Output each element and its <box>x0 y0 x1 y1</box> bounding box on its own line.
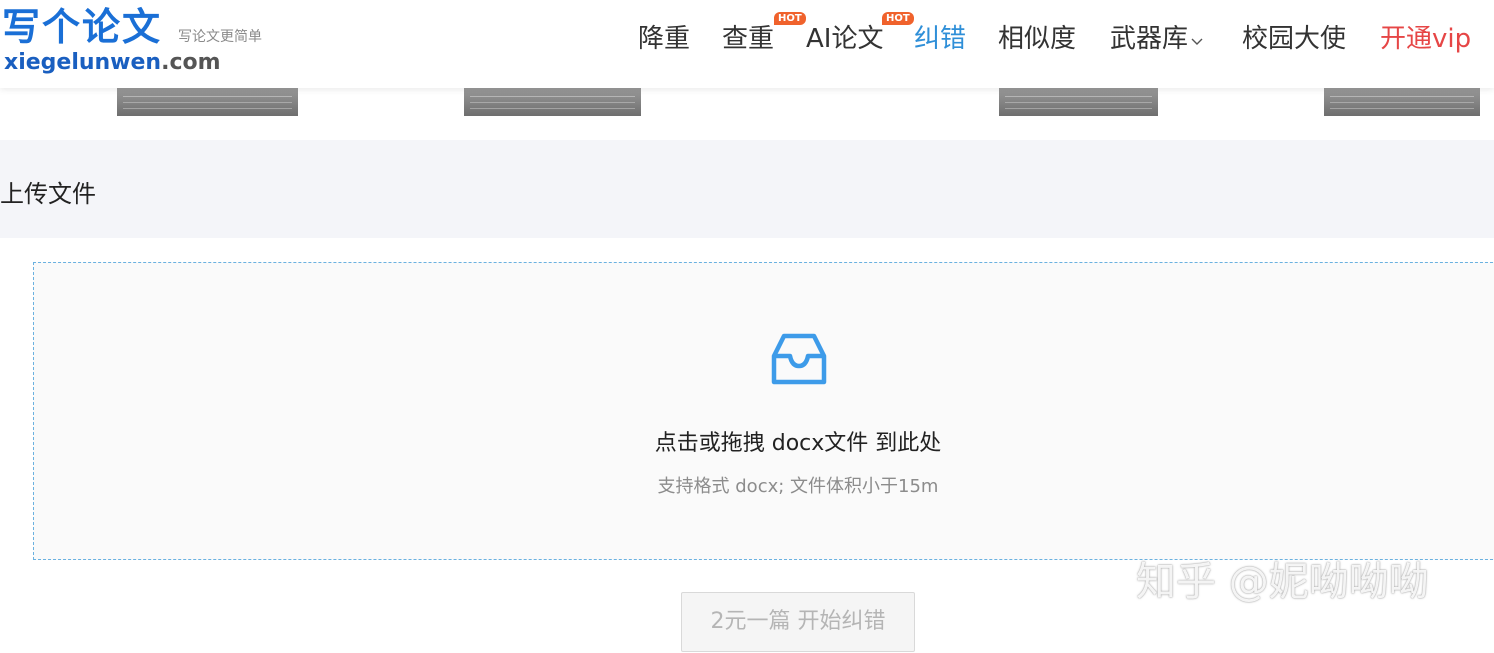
logo-domain-main: xiegelunwen <box>4 50 162 75</box>
section-title: 上传文件 <box>0 180 96 208</box>
document-thumbnail[interactable] <box>999 88 1158 116</box>
file-dropzone[interactable] <box>33 262 1494 560</box>
logo-text-cn[interactable]: 写个论文 <box>2 4 162 50</box>
dropzone-hint: 支持格式 docx; 文件体积小于15m <box>657 476 939 497</box>
nav-wuqiku[interactable]: 武器库 <box>1110 22 1204 56</box>
nav-vip[interactable]: 开通vip <box>1380 22 1471 56</box>
nav-ai-lunwen[interactable]: AI论文 <box>806 22 883 56</box>
site-header: 写个论文 写论文更简单 xiegelunwen.com 降重 查重 HOT AI… <box>0 0 1494 88</box>
nav-jiucuo[interactable]: 纠错 <box>914 22 966 56</box>
dropzone-instruction: 点击或拖拽 docx文件 到此处 <box>654 431 942 456</box>
chevron-down-icon <box>1190 31 1204 52</box>
inbox-icon <box>770 330 828 388</box>
nav-xiaoyuan-dashi[interactable]: 校园大使 <box>1242 22 1346 56</box>
start-correction-button-label: 2元一篇 开始纠错 <box>710 609 886 634</box>
hot-badge: HOT <box>882 12 914 25</box>
hot-badge: HOT <box>774 12 806 25</box>
nav-xiangsidu[interactable]: 相似度 <box>998 22 1076 56</box>
logo-slogan: 写论文更简单 <box>178 29 262 45</box>
logo-domain[interactable]: xiegelunwen.com <box>4 50 221 76</box>
upload-section-header <box>0 140 1494 238</box>
nav-wuqiku-label: 武器库 <box>1110 24 1189 54</box>
nav-chachong[interactable]: 查重 <box>722 22 774 56</box>
watermark: 知乎 @妮呦呦呦 <box>1136 559 1429 605</box>
nav-jiangzhong[interactable]: 降重 <box>638 22 690 56</box>
document-thumbnail[interactable] <box>1324 88 1480 116</box>
logo-domain-suffix: .com <box>161 50 221 75</box>
document-thumbnail[interactable] <box>117 88 298 116</box>
start-correction-button[interactable]: 2元一篇 开始纠错 <box>681 592 915 652</box>
document-thumbnail[interactable] <box>464 88 641 116</box>
